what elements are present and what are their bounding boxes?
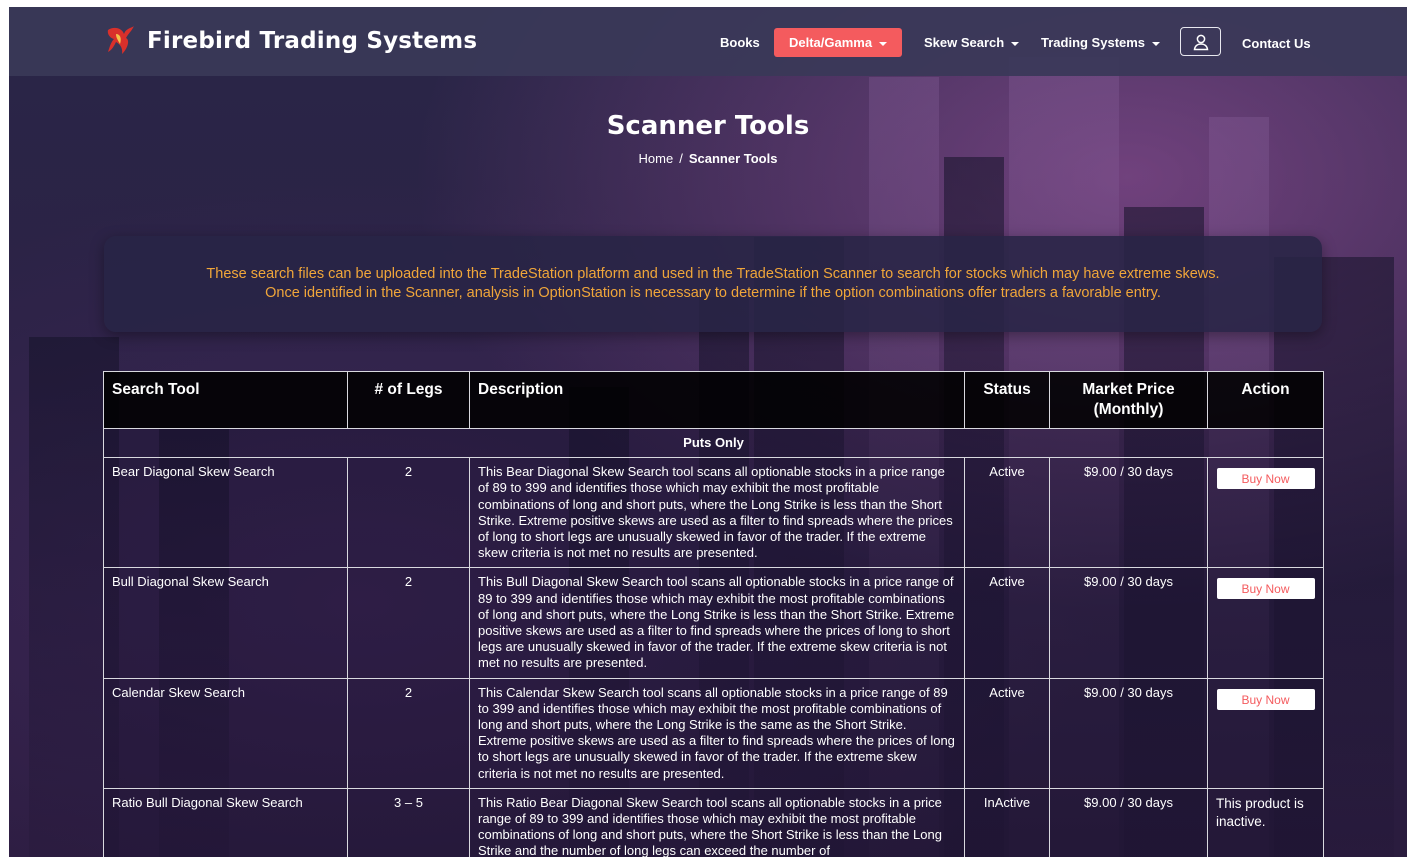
inactive-message: This product is inactive.: [1207, 787, 1324, 857]
price-text: $9.00 / 30 days: [1049, 787, 1208, 857]
nav-trading-systems-label: Trading Systems: [1041, 35, 1146, 50]
price-text: $9.00 / 30 days: [1049, 457, 1208, 569]
legs-count: 2: [347, 457, 470, 569]
nav-books-label: Books: [720, 35, 760, 50]
section-row: Puts Only: [103, 427, 1324, 459]
phoenix-logo-icon: [107, 26, 134, 54]
tool-name: Bear Diagonal Skew Search: [103, 457, 348, 569]
brand[interactable]: Firebird Trading Systems: [104, 24, 477, 58]
top-navbar: Firebird Trading Systems Books Delta/Gam…: [9, 7, 1407, 76]
caret-down-icon: [1011, 41, 1020, 46]
nav-skew-search-label: Skew Search: [924, 35, 1005, 50]
tool-description: This Bull Diagonal Skew Search tool scan…: [469, 567, 965, 679]
page-title: Scanner Tools: [606, 111, 810, 141]
table-row: Bear Diagonal Skew Search 2 This Bear Di…: [103, 457, 1324, 569]
price-text: $9.00 / 30 days: [1049, 677, 1208, 789]
tool-name: Bull Diagonal Skew Search: [103, 567, 348, 679]
breadcrumb-separator: /: [679, 151, 683, 166]
header-search-tool: Search Tool: [103, 371, 348, 429]
notice-line-1: These search files can be uploaded into …: [206, 266, 1220, 282]
nav-skew-search[interactable]: Skew Search: [924, 28, 1020, 57]
header-status: Status: [964, 371, 1050, 429]
breadcrumb-current: Scanner Tools: [688, 151, 778, 166]
tool-name: Ratio Bull Diagonal Skew Search: [103, 787, 348, 857]
table-row: Calendar Skew Search 2 This Calendar Ske…: [103, 677, 1324, 789]
status-text: InActive: [964, 787, 1050, 857]
action-cell: Buy Now: [1207, 677, 1324, 789]
header-legs: # of Legs: [347, 371, 470, 429]
status-text: Active: [964, 457, 1050, 569]
breadcrumb: Home / Scanner Tools: [9, 151, 1407, 166]
legs-count: 3 – 5: [347, 787, 470, 857]
tool-description: This Ratio Bear Diagonal Skew Search too…: [469, 787, 965, 857]
table-row: Bull Diagonal Skew Search 2 This Bull Di…: [103, 567, 1324, 679]
action-cell: Buy Now: [1207, 567, 1324, 679]
user-account-button[interactable]: [1180, 27, 1221, 56]
brand-name: Firebird Trading Systems: [147, 28, 478, 54]
section-puts-only: Puts Only: [103, 427, 1324, 459]
status-text: Active: [964, 567, 1050, 679]
nav-contact-label: Contact Us: [1242, 36, 1311, 51]
buy-now-button[interactable]: Buy Now: [1216, 688, 1315, 710]
buy-now-button[interactable]: Buy Now: [1216, 578, 1315, 600]
tool-name: Calendar Skew Search: [103, 677, 348, 789]
tool-description: This Bear Diagonal Skew Search tool scan…: [469, 457, 965, 569]
notice-line-2: Once identified in the Scanner, analysis…: [265, 285, 1161, 301]
breadcrumb-home[interactable]: Home: [639, 151, 674, 166]
table-header-row: Search Tool # of Legs Description Status…: [103, 371, 1324, 429]
price-text: $9.00 / 30 days: [1049, 567, 1208, 679]
table-row: Ratio Bull Diagonal Skew Search 3 – 5 Th…: [103, 787, 1324, 857]
header-description: Description: [469, 371, 965, 429]
nav-delta-gamma[interactable]: Delta/Gamma: [774, 28, 903, 57]
status-text: Active: [964, 677, 1050, 789]
nav-contact-us[interactable]: Contact Us: [1242, 29, 1311, 58]
caret-down-icon: [1152, 41, 1161, 46]
header-action: Action: [1207, 371, 1324, 429]
action-cell: Buy Now: [1207, 457, 1324, 569]
info-notice: These search files can be uploaded into …: [104, 236, 1322, 332]
header-market-price: Market Price (Monthly): [1049, 371, 1208, 429]
nav-trading-systems[interactable]: Trading Systems: [1041, 28, 1161, 57]
legs-count: 2: [347, 567, 470, 679]
tool-description: This Calendar Skew Search tool scans all…: [469, 677, 965, 789]
nav-delta-gamma-label: Delta/Gamma: [789, 35, 873, 50]
caret-down-icon: [879, 41, 888, 46]
nav-books[interactable]: Books: [720, 28, 760, 57]
legs-count: 2: [347, 677, 470, 789]
user-icon: [1193, 34, 1208, 50]
scanner-tools-table: Search Tool # of Legs Description Status…: [103, 371, 1324, 857]
page-background: Firebird Trading Systems Books Delta/Gam…: [9, 7, 1407, 857]
buy-now-button[interactable]: Buy Now: [1216, 468, 1315, 490]
